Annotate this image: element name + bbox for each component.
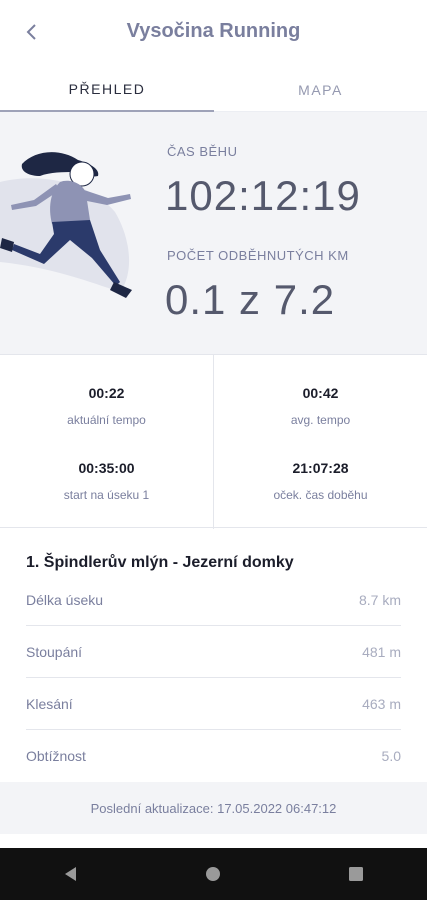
segment-row-descent: Klesání 463 m [26, 678, 401, 730]
stat-current-pace: 00:22 aktuální tempo [0, 385, 213, 427]
row-value: 481 m [362, 643, 401, 660]
segment-row-ascent: Stoupání 481 m [26, 626, 401, 678]
grid-divider [213, 355, 214, 529]
last-update-footer: Poslední aktualizace: 17.05.2022 06:47:1… [0, 782, 427, 834]
tab-bar: PŘEHLED MAPA [0, 68, 427, 112]
stat-avg-pace: 00:42 avg. tempo [214, 385, 427, 427]
tab-prehled[interactable]: PŘEHLED [0, 68, 214, 112]
tab-mapa[interactable]: MAPA [214, 68, 427, 112]
km-label: POČET ODBĚHNUTÝCH KM [167, 248, 349, 263]
back-triangle-icon [65, 867, 77, 881]
summary-hero: ČAS BĚHU 102:12:19 POČET ODBĚHNUTÝCH KM … [0, 112, 427, 354]
runner-illustration [0, 152, 132, 298]
stat-value: 21:07:28 [292, 460, 349, 476]
nav-recents-button[interactable] [332, 856, 380, 892]
km-value: 0.1 z 7.2 [165, 276, 336, 323]
stat-label: avg. tempo [290, 413, 351, 427]
nav-back-button[interactable] [47, 856, 95, 892]
app-header: Vysočina Running [0, 0, 427, 64]
time-value: 102:12:19 [165, 172, 361, 219]
row-value: 463 m [362, 695, 401, 712]
time-label: ČAS BĚHU [167, 144, 238, 159]
stat-expected-finish: 21:07:28 oček. čas doběhu [214, 460, 427, 502]
page-title: Vysočina Running [126, 20, 301, 42]
system-navbar [0, 848, 427, 900]
row-label: Klesání [26, 695, 73, 712]
segment-row-length: Délka úseku 8.7 km [26, 574, 401, 626]
stats-grid: 00:22 aktuální tempo 00:42 avg. tempo 00… [0, 354, 427, 529]
recents-square-icon [348, 867, 363, 881]
row-value: 8.7 km [358, 591, 401, 608]
row-label: Délka úseku [26, 591, 104, 608]
row-label: Stoupání [26, 643, 83, 660]
stat-label: start na úseku 1 [63, 488, 150, 502]
stat-segment-start: 00:35:00 start na úseku 1 [0, 460, 213, 502]
stat-label: oček. čas doběhu [273, 488, 368, 502]
home-circle-icon [206, 867, 221, 881]
row-label: Obtížnost [26, 748, 86, 764]
row-value: 5.0 [381, 748, 401, 764]
stat-value: 00:22 [88, 385, 125, 401]
stat-label: aktuální tempo [67, 413, 146, 427]
stat-value: 00:42 [302, 385, 339, 401]
stat-value: 00:35:00 [78, 460, 135, 476]
segment-title: 1. Špindlerův mlýn - Jezerní domky [26, 554, 294, 571]
segment-row-difficulty: Obtížnost 5.0 [26, 730, 401, 782]
nav-home-button[interactable] [189, 856, 237, 892]
